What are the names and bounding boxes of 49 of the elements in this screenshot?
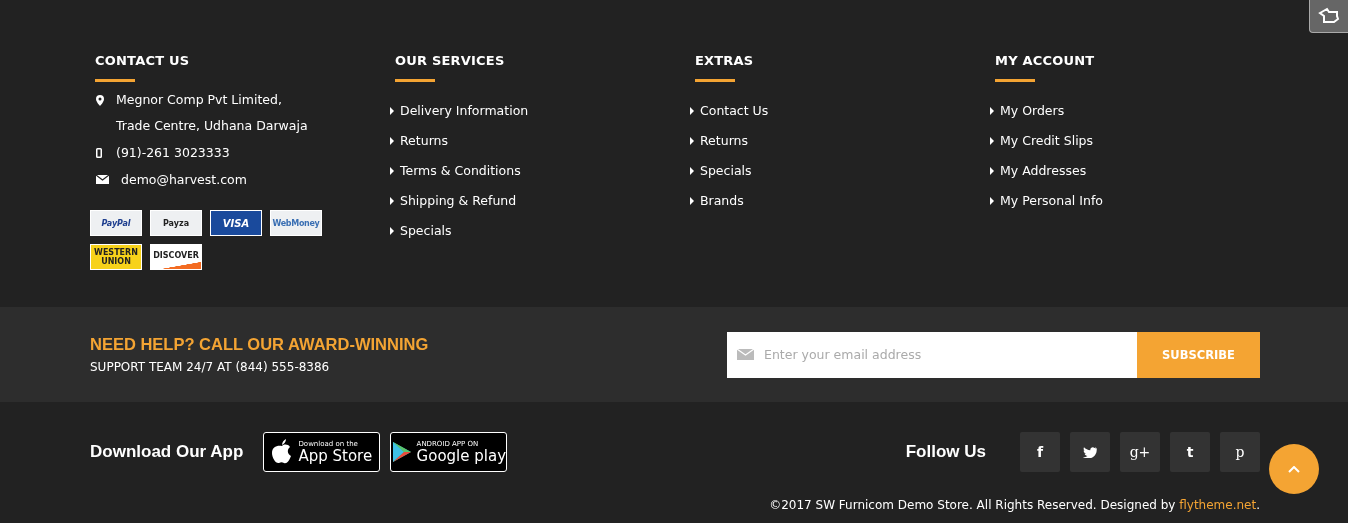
chevron-up-icon: [1288, 465, 1300, 473]
social-button[interactable]: f: [1020, 432, 1060, 472]
envelope-icon: [96, 175, 109, 184]
payment-logo: VISA: [210, 210, 262, 236]
pointer-button[interactable]: [1309, 0, 1348, 33]
footer-link[interactable]: Specials: [690, 162, 752, 180]
footer-link[interactable]: Specials: [390, 222, 452, 240]
footer-link[interactable]: Terms & Conditions: [390, 162, 521, 180]
column-heading: EXTRAS: [694, 53, 755, 68]
social-button[interactable]: g+: [1120, 432, 1160, 472]
payment-logo: PayPal: [90, 210, 142, 236]
footer-link[interactable]: My Credit Slips: [990, 132, 1094, 150]
help-heading: NEED HELP? CALL OUR AWARD-WINNING: [90, 335, 429, 354]
apple-icon: [271, 439, 294, 465]
contact-text: Trade Centre, Udhana Darwaja: [116, 117, 308, 135]
footer-link[interactable]: Returns: [690, 132, 748, 150]
phone-icon: [96, 148, 102, 158]
footer-link[interactable]: Returns: [390, 132, 448, 150]
contact-text: demo@harvest.com: [121, 171, 247, 189]
footer-link[interactable]: Brands: [690, 192, 744, 210]
column-heading: MY ACCOUNT: [994, 53, 1096, 68]
column-heading: CONTACT US: [94, 53, 191, 68]
follow-heading: Follow Us: [905, 442, 986, 462]
email-field[interactable]: Enter your email address: [727, 331, 1137, 378]
contact-text: (91)-261 3023333: [116, 144, 230, 162]
social-button[interactable]: p: [1220, 432, 1260, 472]
footer-link[interactable]: My Personal Info: [990, 192, 1103, 210]
envelope-icon: [737, 348, 754, 360]
footer-link[interactable]: Shipping & Refund: [390, 192, 517, 210]
column-heading: OUR SERVICES: [394, 53, 506, 68]
footer-link[interactable]: Contact Us: [690, 102, 769, 120]
social-button[interactable]: [1070, 432, 1110, 472]
footer-link[interactable]: Delivery Information: [390, 102, 529, 120]
payment-logo: WebMoney: [270, 210, 322, 236]
payment-logo: WESTERN UNION: [90, 244, 142, 270]
footer-link[interactable]: My Addresses: [990, 162, 1087, 180]
footer-link[interactable]: My Orders: [990, 102, 1065, 120]
contact-text: Megnor Comp Pvt Limited,: [116, 91, 283, 109]
payment-logo: DISCOVER: [150, 244, 202, 270]
scroll-top-button[interactable]: [1269, 444, 1319, 494]
app-heading: Download Our App: [90, 442, 244, 462]
play-triangle-icon: [391, 441, 412, 463]
copyright-text: ©2017 SW Furnicom Demo Store. All Rights Reserved. Designed by flytheme.net.: [768, 498, 1260, 512]
location-pin-icon: [96, 95, 104, 106]
hand-icon: [1318, 7, 1340, 25]
bird-icon: [1083, 446, 1097, 458]
payment-logo: Payza: [150, 210, 202, 236]
help-text: SUPPORT TEAM 24/7 AT (844) 555-8386: [90, 360, 331, 374]
social-button[interactable]: t: [1170, 432, 1210, 472]
